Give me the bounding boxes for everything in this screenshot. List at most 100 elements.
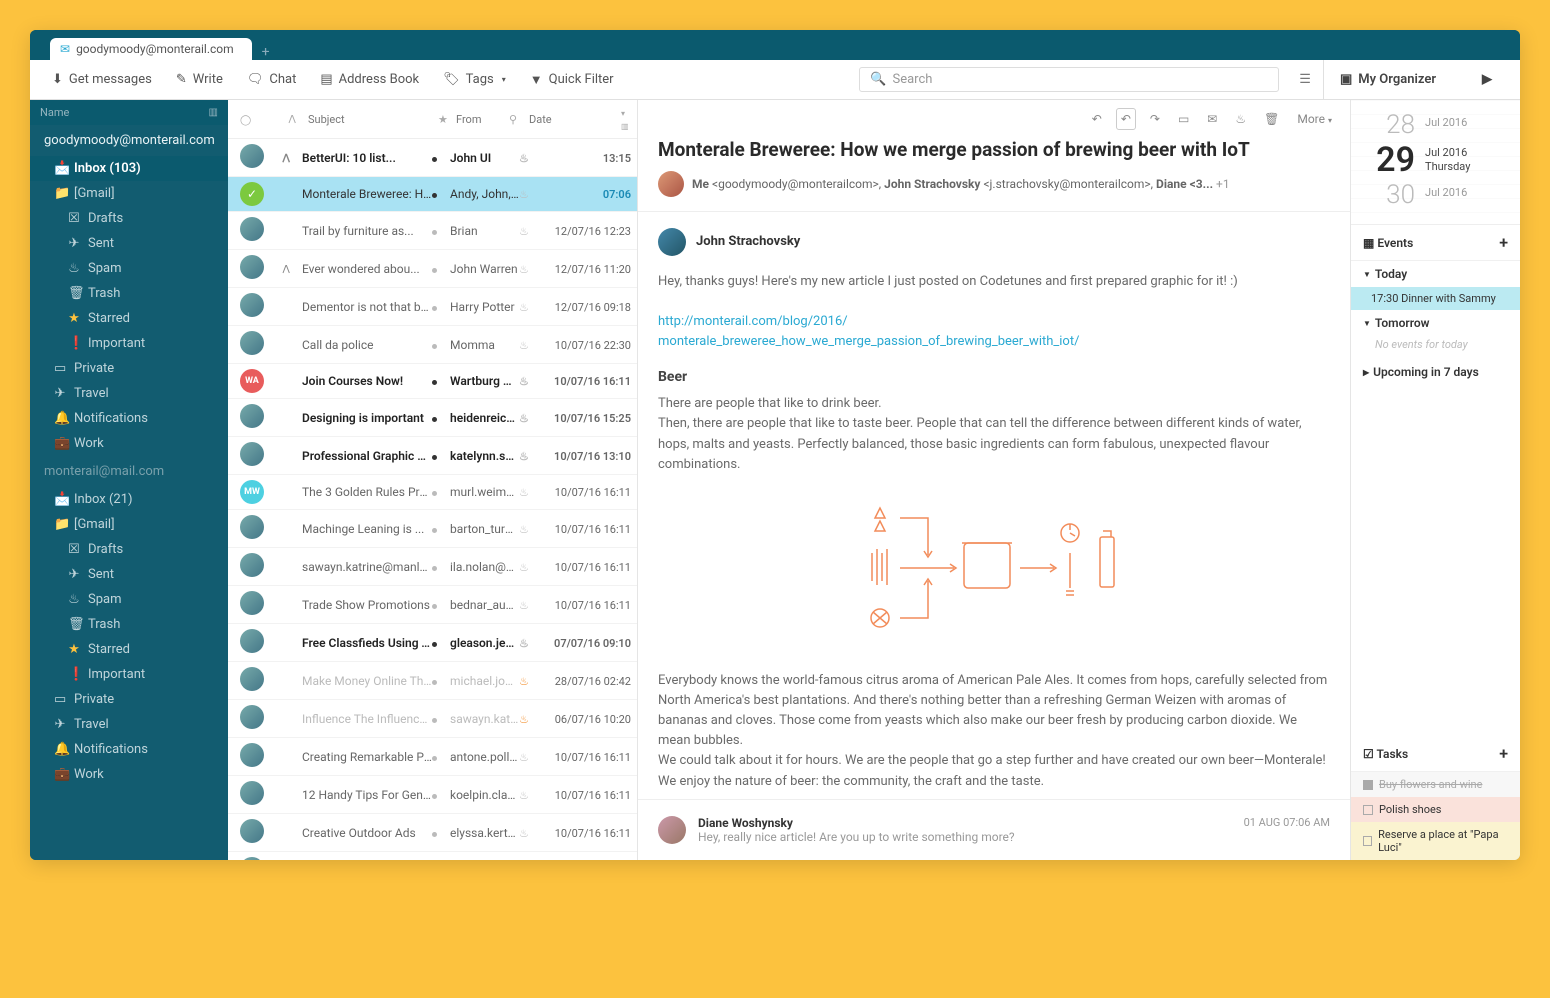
folder-item[interactable]: ♨Spam — [30, 587, 228, 612]
flame-icon[interactable]: ♨ — [1231, 109, 1250, 129]
archive-icon[interactable]: ▭ — [1174, 109, 1193, 129]
link[interactable]: http://monterail.com/blog/2016/ — [658, 314, 848, 329]
folder-item[interactable]: 🔔Notifications — [30, 737, 228, 762]
message-row[interactable]: WAJoin Courses Now!Wartburg Academy♨10/0… — [228, 364, 637, 399]
search-input[interactable]: 🔍 Search — [859, 67, 1279, 92]
subject: Make Money Online Thr... — [302, 674, 432, 688]
folder-item[interactable]: ♨Spam — [30, 256, 228, 281]
folder-item[interactable]: 📩Inbox (21) — [30, 487, 228, 512]
new-tab-button[interactable]: + — [252, 44, 280, 60]
col-subject[interactable]: Subject — [302, 113, 432, 126]
folder-item[interactable]: ✈Sent — [30, 231, 228, 256]
folder-item[interactable]: 💼Work — [30, 431, 228, 456]
message-row[interactable]: Creative Outdoor Adselyssa.kertzmann@yah… — [228, 814, 637, 852]
task-item[interactable]: Buy flowers and wine — [1351, 772, 1520, 797]
message-row[interactable]: Dementor is not that badHarry Potter♨12/… — [228, 288, 637, 326]
account-header[interactable]: monterail@mail.com — [30, 456, 228, 487]
add-task-button[interactable]: + — [1499, 744, 1508, 763]
folder-item[interactable]: ▭Private — [30, 356, 228, 381]
account-header[interactable]: goodymoody@monterail.com — [30, 125, 228, 156]
spam-icon: ♨ — [68, 592, 80, 607]
event-item[interactable]: 17:30 Dinner with Sammy — [1351, 287, 1520, 310]
tomorrow-section[interactable]: ▼Tomorrow — [1351, 310, 1520, 336]
calendar-day[interactable]: 28Jul 2016 — [1351, 110, 1520, 140]
message-row[interactable]: Free Classfieds Using Th...gleason.jesse… — [228, 624, 637, 662]
folder-item[interactable]: 📁[Gmail] — [30, 181, 228, 206]
checkbox-icon[interactable] — [1363, 836, 1372, 846]
folder-item[interactable]: ❗Important — [30, 662, 228, 687]
checkbox-icon[interactable] — [1363, 805, 1373, 815]
folder-item[interactable]: 🗑Trash — [30, 612, 228, 637]
message-row[interactable]: 𐌡Ever wondered abou...John Warren♨12/07/… — [228, 250, 637, 288]
quick-filter-button[interactable]: ▼Quick Filter — [520, 68, 624, 92]
folder-item[interactable]: 📁[Gmail] — [30, 512, 228, 537]
menu-button[interactable]: ☰ — [1291, 68, 1319, 91]
message-row[interactable]: Influence The Influence...sawayn.katrine… — [228, 700, 637, 738]
reply-all-icon[interactable]: ↶ — [1116, 108, 1136, 130]
message-row[interactable]: Machinge Leaning is ...barton_turner@eff… — [228, 510, 637, 548]
message-row[interactable]: MWThe 3 Golden Rules Proff...murl.weiman… — [228, 475, 637, 510]
task-item[interactable]: Polish shoes — [1351, 797, 1520, 822]
subject: Influence The Influence... — [302, 712, 432, 726]
message-row[interactable]: Make Money Online Thr...michael.johnsonn… — [228, 662, 637, 700]
today-section[interactable]: ▼Today — [1351, 261, 1520, 287]
message-row[interactable]: sawayn.katrine@manley...ila.nolan@yahoo.… — [228, 548, 637, 586]
folder-item[interactable]: ★Starred — [30, 637, 228, 662]
link[interactable]: monterale_breweree_how_we_merge_passion_… — [658, 334, 1079, 349]
folder-item[interactable]: 🗑Trash — [30, 281, 228, 306]
upcoming-section[interactable]: ▶Upcoming in 7 days — [1351, 359, 1520, 385]
tags-button[interactable]: 🏷Tags▾ — [433, 68, 516, 91]
avatar — [240, 553, 264, 577]
folder-item[interactable]: ✈Sent — [30, 562, 228, 587]
write-button[interactable]: ✎Write — [166, 68, 233, 91]
chat-button[interactable]: 🗨Chat — [237, 68, 306, 91]
col-attach[interactable]: 𐌡 — [282, 113, 302, 126]
message-row[interactable]: Trail by furniture as...Brian♨12/07/16 1… — [228, 212, 637, 250]
task-item[interactable]: Reserve a place at "Papa Luci" — [1351, 822, 1520, 860]
reply-preview[interactable]: Diane Woshynsky Hey, really nice article… — [638, 799, 1350, 860]
col-date[interactable]: Date — [523, 113, 615, 126]
folder-item[interactable]: ❗Important — [30, 331, 228, 356]
folder-item[interactable]: ☒Drafts — [30, 537, 228, 562]
message-row[interactable]: Monterale Breweree: H...Andy, John, me♨0… — [228, 177, 637, 212]
message-row[interactable]: Designing is importantheidenreich.din@ya… — [228, 399, 637, 437]
folder-item[interactable]: ★Starred — [30, 306, 228, 331]
message-row[interactable]: Call da policeMomma♨10/07/16 22:30 — [228, 326, 637, 364]
col-avatar[interactable]: ◯ — [234, 113, 282, 126]
col-from[interactable]: From — [450, 113, 503, 126]
delete-icon[interactable]: 🗑 — [1260, 109, 1283, 129]
checkbox-icon[interactable] — [1363, 780, 1373, 790]
folder-item[interactable]: 📩Inbox (103) — [30, 156, 228, 181]
folder-item[interactable]: ✈Travel — [30, 712, 228, 737]
junk-icon[interactable]: ✉ — [1203, 109, 1221, 129]
folder-item[interactable]: ☒Drafts — [30, 206, 228, 231]
browser-tab[interactable]: ✉ goodymoody@monterail.com — [50, 38, 252, 60]
message-row[interactable]: Trade Show Promotionsbednar_august@hende… — [228, 586, 637, 624]
folder-item[interactable]: ✈Travel — [30, 381, 228, 406]
get-messages-button[interactable]: ⬇Get messages — [42, 68, 162, 91]
folder-icon: 📁 — [54, 186, 66, 201]
organizer-toggle[interactable]: ▣ My Organizer ▶ — [1323, 60, 1508, 99]
message-row[interactable]: Marchine Learning is ...cameron.mohr@ari… — [228, 852, 637, 860]
folder-item[interactable]: 💼Work — [30, 762, 228, 787]
col-star[interactable]: ★ — [432, 113, 450, 126]
more-button[interactable]: More ▾ — [1293, 109, 1336, 129]
calendar-day[interactable]: 30Jul 2016 — [1351, 180, 1520, 210]
star-icon: ★ — [68, 311, 80, 326]
calendar-day[interactable]: 29Jul 2016Thursday — [1351, 140, 1520, 180]
col-drop[interactable]: ▾ ▥ — [615, 106, 631, 132]
address-book-button[interactable]: ▤Address Book — [310, 68, 429, 91]
message-row[interactable]: Creating Remarkable Po...antone.pollich@… — [228, 738, 637, 776]
message-row[interactable]: 𐌡BetterUI: 10 list...John UI♨13:15 — [228, 139, 637, 177]
reply-icon[interactable]: ↶ — [1088, 109, 1106, 129]
subject: Trail by furniture as... — [302, 224, 432, 238]
folder-item[interactable]: 🔔Notifications — [30, 406, 228, 431]
message-row[interactable]: 12 Handy Tips For Gener...koelpin.claudi… — [228, 776, 637, 814]
col-flame[interactable]: ⚲ — [503, 113, 523, 126]
avatar — [240, 667, 264, 691]
message-row[interactable]: Professional Graphic De...katelynn.shiel… — [228, 437, 637, 475]
folder-item[interactable]: ▭Private — [30, 687, 228, 712]
sidebar-layout-icon[interactable]: ▥ — [209, 107, 218, 118]
forward-icon[interactable]: ↷ — [1146, 109, 1164, 129]
add-event-button[interactable]: + — [1499, 233, 1508, 252]
